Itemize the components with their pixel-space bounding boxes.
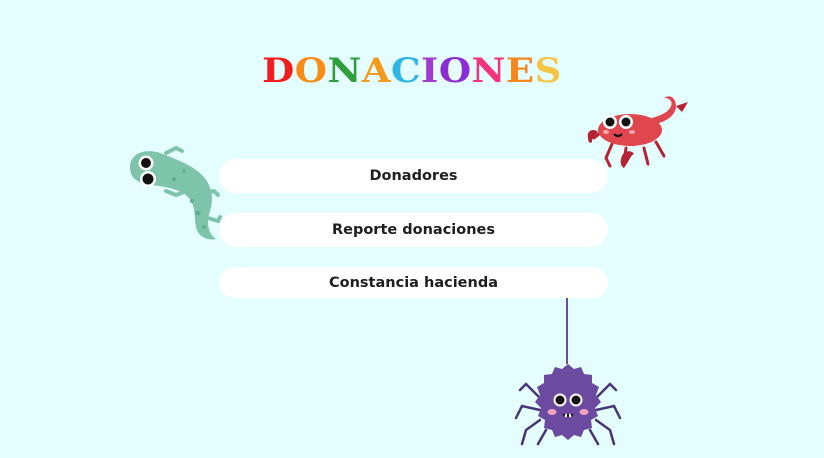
title-letter: A [361, 49, 392, 91]
title-letter: I [421, 49, 439, 91]
donadores-label: Donadores [369, 168, 458, 184]
title-letter: S [534, 49, 562, 91]
title-letter: E [505, 49, 535, 91]
reporte-donaciones-label: Reporte donaciones [331, 222, 496, 238]
title-letter: D [262, 49, 295, 91]
constancia-hacienda-button[interactable]: Constancia hacienda [219, 267, 608, 298]
title-letter: N [327, 49, 362, 91]
lizard-icon [130, 145, 222, 240]
title-letter: O [294, 49, 328, 91]
spider-icon [514, 364, 622, 446]
title-letter: N [471, 49, 506, 91]
donadores-button[interactable]: Donadores [219, 159, 608, 193]
spider-thread [566, 298, 568, 364]
constancia-hacienda-label: Constancia hacienda [329, 274, 498, 291]
title-letter: O [438, 49, 472, 91]
reporte-donaciones-button[interactable]: Reporte donaciones [219, 213, 608, 247]
page-title: DONACIONES [0, 50, 824, 90]
title-letter: C [391, 49, 421, 91]
